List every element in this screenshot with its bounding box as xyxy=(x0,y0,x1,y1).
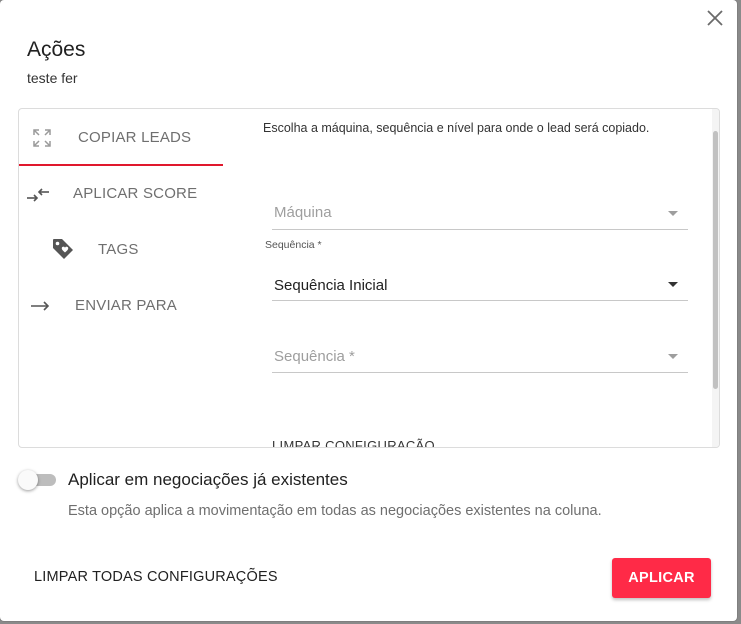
tab-label: COPIAR LEADS xyxy=(78,129,192,146)
scrollbar-thumb[interactable] xyxy=(713,131,718,389)
tab-copiar-leads[interactable]: COPIAR LEADS xyxy=(19,111,223,163)
tab-label: APLICAR SCORE xyxy=(73,185,198,202)
close-icon[interactable] xyxy=(704,7,726,29)
apply-button[interactable]: APLICAR xyxy=(612,558,711,598)
tag-icon xyxy=(51,237,75,261)
tab-label: ENVIAR PARA xyxy=(75,297,177,314)
sequence-value: Sequência Inicial xyxy=(274,277,388,294)
tab-enviar-para[interactable]: ENVIAR PARA xyxy=(19,279,223,331)
actions-dialog: Ações teste fer COPIAR LEADS APLICAR SCO… xyxy=(0,0,737,621)
instruction-text: Escolha a máquina, sequência e nível par… xyxy=(263,121,650,135)
toggle-thumb xyxy=(18,470,38,490)
arrow-right-icon xyxy=(29,299,51,313)
chevron-down-icon xyxy=(668,282,678,287)
tab-aplicar-score[interactable]: APLICAR SCORE xyxy=(19,167,223,219)
sequence-underline xyxy=(272,300,688,301)
expand-arrows-icon xyxy=(31,127,53,149)
swap-arrows-icon xyxy=(25,187,51,203)
dialog-subtitle: teste fer xyxy=(27,70,78,86)
machine-placeholder: Máquina xyxy=(274,204,332,221)
toggle-description: Esta opção aplica a movimentação em toda… xyxy=(68,503,602,519)
sequence2-underline xyxy=(272,372,688,373)
sequence2-select[interactable]: Sequência * xyxy=(272,341,688,375)
tab-label: TAGS xyxy=(98,241,139,258)
sequence-select[interactable]: Sequência Inicial xyxy=(272,269,688,303)
machine-select[interactable]: Máquina xyxy=(272,197,688,231)
machine-underline xyxy=(272,229,688,230)
dialog-title: Ações xyxy=(27,38,86,61)
clear-all-button[interactable]: LIMPAR TODAS CONFIGURAÇÕES xyxy=(34,569,278,585)
actions-panel: COPIAR LEADS APLICAR SCORE TAGS ENVIAR P… xyxy=(18,108,720,448)
active-tab-indicator xyxy=(19,164,223,166)
clear-config-button[interactable]: LIMPAR CONFIGURAÇÃO xyxy=(272,438,435,447)
chevron-down-icon xyxy=(668,354,678,359)
apply-existing-toggle[interactable] xyxy=(18,470,58,490)
tab-tags[interactable]: TAGS xyxy=(19,223,223,275)
sequence2-placeholder: Sequência * xyxy=(274,348,355,365)
toggle-label: Aplicar em negociações já existentes xyxy=(68,470,348,489)
chevron-down-icon xyxy=(668,211,678,216)
sequence-label: Sequência * xyxy=(265,239,322,251)
